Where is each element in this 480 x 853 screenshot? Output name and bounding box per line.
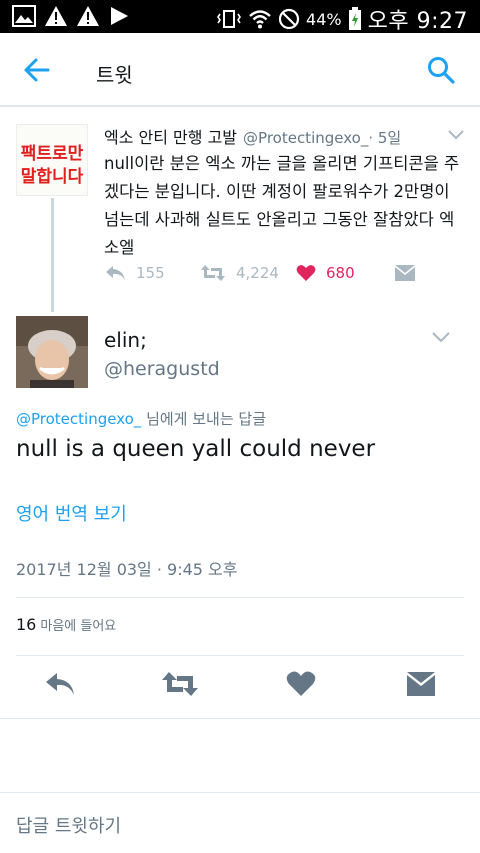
search-icon[interactable] — [426, 55, 456, 85]
reply-count: 155 — [136, 264, 165, 282]
mail-icon — [395, 265, 415, 281]
warning-icon — [77, 6, 99, 26]
parent-tweet-author-handle[interactable]: @Protectingexo_ — [243, 129, 368, 147]
app-bar: 트윗 — [0, 33, 480, 107]
mail-icon[interactable] — [406, 670, 436, 698]
direct-message-action[interactable] — [394, 264, 416, 282]
divider — [0, 718, 480, 719]
like-action[interactable]: 680 — [296, 264, 355, 282]
parent-tweet-avatar[interactable]: 팩트로만 말합니다 — [16, 124, 88, 196]
heart-icon — [296, 265, 316, 281]
warning-icon — [45, 6, 67, 26]
divider — [16, 597, 464, 598]
chevron-down-icon[interactable] — [446, 128, 466, 142]
retweet-count: 4,224 — [236, 264, 279, 282]
avatar-text-line1: 팩트로만 — [20, 144, 84, 164]
no-signal-icon — [278, 8, 300, 30]
user-photo-icon — [16, 316, 88, 388]
reply-to-suffix: 님에게 보내는 답글 — [141, 410, 267, 428]
parent-tweet-text: null이란 분은 엑소 까는 글을 올리면 기프티콘을 주겠다는 분입니다. … — [104, 154, 460, 257]
page-title: 트윗 — [96, 63, 133, 87]
parent-tweet-author-name[interactable]: 엑소 안티 만행 고발 — [104, 128, 237, 147]
heart-icon[interactable] — [286, 670, 316, 698]
avatar-text-line2: 말합니다 — [20, 167, 84, 187]
play-icon — [111, 7, 128, 25]
status-bar: 44% 오후 9:27 — [0, 0, 480, 35]
retweet-icon[interactable] — [161, 670, 199, 698]
wifi-icon — [249, 10, 271, 29]
back-arrow-icon[interactable] — [22, 55, 52, 85]
reply-action[interactable]: 155 — [104, 264, 165, 282]
reply-compose-input[interactable]: 답글 트윗하기 — [16, 812, 121, 838]
translate-link[interactable]: 영어 번역 보기 — [16, 500, 127, 526]
parent-tweet-header: 엑소 안티 만행 고발 @Protectingexo_· 5일 — [104, 124, 434, 148]
gallery-icon — [12, 5, 36, 27]
parent-tweet-actions: 155 4,224 680 — [104, 264, 444, 290]
divider — [16, 655, 464, 656]
vibrate-icon — [217, 10, 242, 28]
main-tweet-actions — [0, 670, 480, 706]
tweet-timestamp: 2017년 12월 03일 · 9:45 오후 — [16, 560, 238, 579]
divider — [0, 792, 480, 793]
likes-label: 마음에 들어요 — [40, 619, 117, 634]
retweet-action[interactable]: 4,224 — [200, 264, 279, 282]
main-tweet-avatar[interactable] — [16, 316, 88, 388]
parent-tweet-time: · 5일 — [368, 129, 402, 147]
main-tweet-author-name[interactable]: elin; — [104, 328, 147, 352]
battery-percent: 44% — [306, 9, 342, 29]
main-tweet-text: null is a queen yall could never — [16, 436, 376, 462]
retweet-icon — [201, 265, 225, 281]
system-status: 44% 오후 9:27 — [216, 3, 468, 35]
likes-count: 16 — [16, 615, 37, 634]
clock: 오후 9:27 — [367, 9, 468, 34]
like-count: 680 — [326, 264, 355, 282]
battery-charging-icon — [348, 7, 361, 30]
reply-to-mention[interactable]: @Protectingexo_ — [16, 410, 141, 428]
chevron-down-icon[interactable] — [430, 330, 452, 344]
reply-context: @Protectingexo_ 님에게 보내는 답글 — [16, 408, 266, 429]
thread-connector-line — [51, 198, 54, 312]
likes-summary[interactable]: 16 마음에 들어요 — [16, 615, 116, 634]
notification-icons — [12, 5, 130, 27]
main-tweet-author-handle[interactable]: @heragustd — [104, 358, 220, 380]
reply-icon[interactable] — [44, 670, 76, 698]
reply-icon — [106, 266, 125, 280]
